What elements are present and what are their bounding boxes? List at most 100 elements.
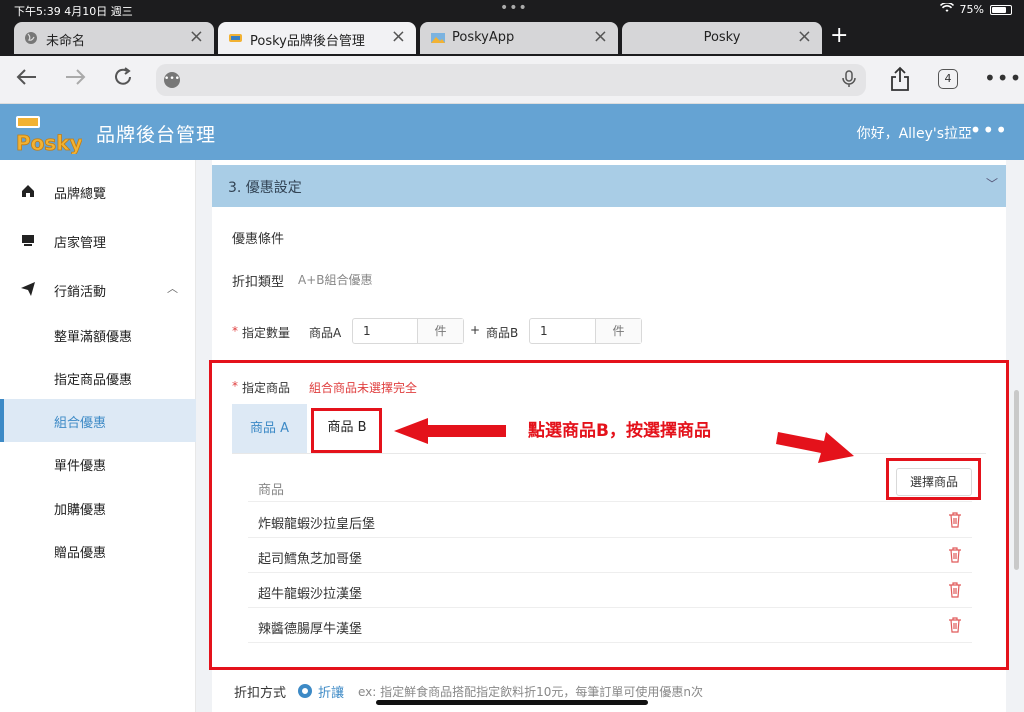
send-icon <box>20 281 36 297</box>
main-content: 3. 優惠設定 ﹀ 優惠條件 折扣類型 A+B組合優惠 * 指定數量 商品A 1… <box>209 160 1009 712</box>
image-favicon-icon <box>430 31 445 45</box>
product-name: 辣醬德腸厚牛漢堡 <box>258 622 363 637</box>
discount-type-label: 折扣類型 <box>232 275 285 290</box>
close-icon[interactable]: × <box>391 26 406 47</box>
browser-tab[interactable]: Posky × <box>622 22 822 54</box>
product-a-label: 商品A <box>309 326 342 340</box>
close-icon[interactable]: × <box>189 26 204 47</box>
sidebar-subitem[interactable]: 指定商品優惠 <box>0 356 196 399</box>
address-toolbar: ••• 4 ••• <box>0 56 1024 104</box>
unit-addon: 件 <box>417 319 463 343</box>
plus-sign: + <box>470 323 481 337</box>
annotation-text: 點選商品B，按選擇商品 <box>528 421 711 441</box>
back-icon[interactable] <box>16 66 38 94</box>
close-icon[interactable]: × <box>593 26 608 47</box>
discount-type-value: A+B組合優惠 <box>298 273 373 287</box>
sidebar-item-store-management[interactable]: 店家管理 <box>0 219 196 262</box>
table-row: 炸蝦龍蝦沙拉皇后堡 <box>248 503 972 538</box>
forward-icon[interactable] <box>64 66 86 94</box>
sidebar-subitem-label: 贈品優惠 <box>54 546 107 561</box>
header-more-icon[interactable]: ••• <box>970 118 1008 142</box>
tab-title: Posky <box>703 30 741 45</box>
sidebar-subitem[interactable]: 單件優惠 <box>0 442 196 485</box>
posky-logo: Posky <box>14 114 83 155</box>
sidebar-subitem-label: 組合優惠 <box>54 416 107 431</box>
battery-percent: 75% <box>959 3 984 16</box>
sidebar-subitem-label: 指定商品優惠 <box>54 373 133 388</box>
sidebar-item-label: 行銷活動 <box>54 285 107 300</box>
discount-method-option[interactable]: 折讓 <box>318 682 344 701</box>
tab-divider <box>232 453 986 454</box>
trash-icon[interactable] <box>948 547 962 563</box>
browser-tab[interactable]: 未命名 × <box>14 22 214 54</box>
sidebar-item-label: 品牌總覽 <box>54 187 107 202</box>
microphone-icon[interactable] <box>842 70 856 92</box>
table-row: 辣醬德腸厚牛漢堡 <box>248 608 972 643</box>
table-row: 起司鱈魚芝加哥堡 <box>248 538 972 573</box>
condition-title: 優惠條件 <box>232 232 285 247</box>
trash-icon[interactable] <box>948 512 962 528</box>
share-icon[interactable] <box>888 66 912 96</box>
sidebar: 品牌總覽 店家管理 行銷活動 ︿ 整單滿額優惠 指定商品優惠 組合優惠 單件優惠… <box>0 160 196 712</box>
tab-product-a[interactable]: 商品 A <box>232 404 307 454</box>
product-name: 炸蝦龍蝦沙拉皇后堡 <box>258 517 376 532</box>
product-b-quantity-input[interactable]: 1 件 <box>529 318 642 344</box>
sidebar-subitem-label: 整單滿額優惠 <box>54 330 133 345</box>
home-indicator[interactable] <box>376 700 648 705</box>
section-header[interactable]: 3. 優惠設定 ﹀ <box>212 165 1006 207</box>
new-tab-button[interactable]: + <box>830 23 848 48</box>
globe-icon <box>24 31 38 45</box>
app-title: 品牌後台管理 <box>96 124 217 146</box>
input-value: 1 <box>363 324 371 338</box>
product-name: 超牛龍蝦沙拉漢堡 <box>258 587 363 602</box>
posky-favicon-icon <box>228 31 242 45</box>
sidebar-item-brand-overview[interactable]: 品牌總覽 <box>0 170 196 213</box>
input-value: 1 <box>540 324 548 338</box>
more-icon[interactable]: ••• <box>984 66 1022 90</box>
tab-count-button[interactable]: 4 <box>938 69 958 89</box>
quantity-label: 指定數量 <box>242 326 291 340</box>
section-title: 3. 優惠設定 <box>228 180 302 196</box>
browser-tab-active[interactable]: Posky品牌後台管理 × <box>218 22 416 54</box>
wifi-icon <box>939 1 954 16</box>
svg-text:Posky: Posky <box>16 131 82 154</box>
unit-addon: 件 <box>595 319 641 343</box>
table-row: 超牛龍蝦沙拉漢堡 <box>248 573 972 608</box>
close-icon[interactable]: × <box>797 26 812 47</box>
site-menu-icon[interactable]: ••• <box>164 72 180 88</box>
product-name: 起司鱈魚芝加哥堡 <box>258 552 363 567</box>
product-b-label: 商品B <box>486 326 519 340</box>
sidebar-item-label: 店家管理 <box>54 236 107 251</box>
required-mark: * <box>232 379 238 393</box>
sidebar-subitem-active[interactable]: 組合優惠 <box>0 399 196 442</box>
product-a-quantity-input[interactable]: 1 件 <box>352 318 464 344</box>
chevron-down-icon[interactable]: ﹀ <box>986 175 998 192</box>
trash-icon[interactable] <box>948 617 962 633</box>
tab-title: Posky品牌後台管理 <box>250 34 365 49</box>
status-time: 下午5:39 4月10日 週三 <box>14 5 133 18</box>
arrow-left-icon <box>394 418 506 448</box>
user-greeting[interactable]: 你好，Alley's拉亞 <box>857 123 972 143</box>
tab-title: PoskyApp <box>452 30 515 45</box>
sidebar-item-marketing[interactable]: 行銷活動 ︿ <box>0 268 196 311</box>
discount-method-hint: ex: 指定鮮食商品搭配指定飲料折10元，每筆訂單可使用優惠n次 <box>358 685 704 699</box>
discount-method-radio[interactable] <box>298 684 312 698</box>
browser-tab-bar: 未命名 × Posky品牌後台管理 × PoskyApp × Posky × + <box>0 20 1024 56</box>
url-field[interactable]: ••• <box>156 64 866 96</box>
sidebar-subitem[interactable]: 贈品優惠 <box>0 529 196 572</box>
sidebar-subitem[interactable]: 整單滿額優惠 <box>0 313 196 356</box>
status-bar: 下午5:39 4月10日 週三 ••• 75% <box>0 0 1024 20</box>
browser-tab[interactable]: PoskyApp × <box>420 22 618 54</box>
multitask-dots[interactable]: ••• <box>500 0 528 16</box>
reload-icon[interactable] <box>112 66 134 94</box>
home-icon <box>20 183 36 199</box>
required-mark: * <box>232 324 238 338</box>
column-header-product: 商品 <box>258 483 285 498</box>
sidebar-subitem[interactable]: 加購優惠 <box>0 486 196 529</box>
scrollbar[interactable] <box>1014 390 1019 570</box>
highlight-box <box>311 408 382 453</box>
sidebar-subitem-label: 加購優惠 <box>54 503 107 518</box>
highlight-box <box>886 458 981 500</box>
trash-icon[interactable] <box>948 582 962 598</box>
tab-title: 未命名 <box>46 34 86 49</box>
